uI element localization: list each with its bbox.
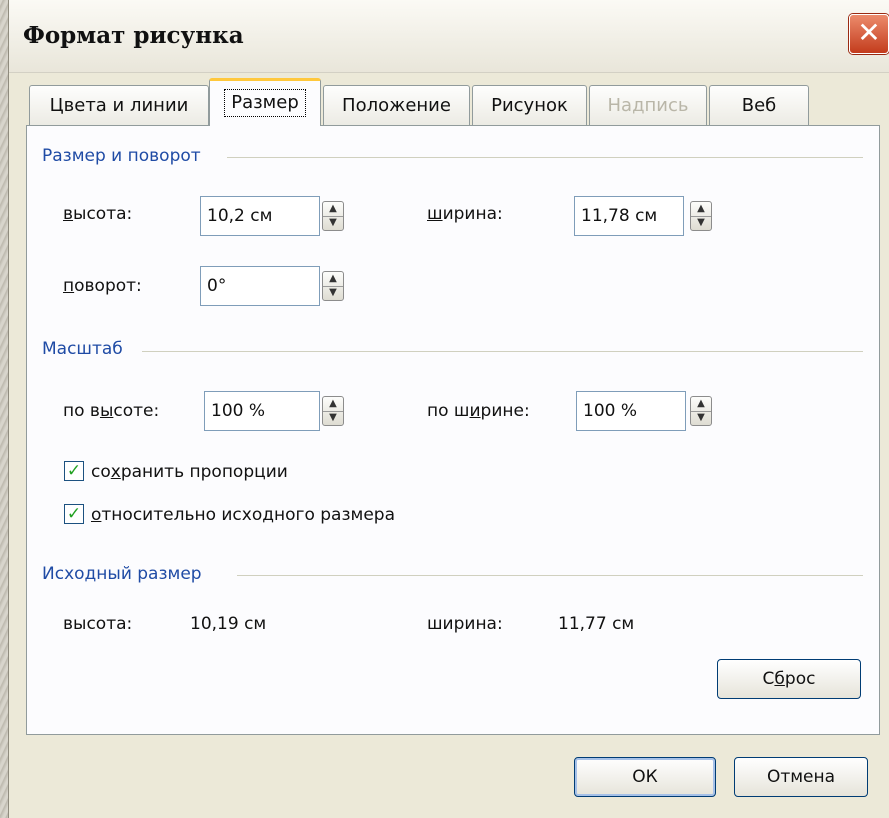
tab-label: Веб bbox=[741, 95, 777, 116]
section-divider bbox=[227, 157, 863, 158]
scale-height-label: по высоте: bbox=[63, 401, 160, 421]
original-height-value: 10,19 см bbox=[190, 614, 267, 634]
spin-up-icon[interactable]: ▲ bbox=[323, 397, 343, 412]
rotation-spinner[interactable]: ▲ ▼ bbox=[322, 271, 344, 301]
section-divider bbox=[237, 575, 863, 576]
tab-label: Надпись bbox=[607, 95, 689, 116]
size-tab-panel: Размер и поворот высота: 10,2 см ▲ ▼ шир… bbox=[26, 125, 880, 735]
tab-size[interactable]: Размер bbox=[209, 78, 321, 126]
tab-picture[interactable]: Рисунок bbox=[472, 85, 587, 125]
tab-text-box: Надпись bbox=[589, 85, 707, 125]
format-picture-dialog: Формат рисунка ✕ Цвета и линии Размер По… bbox=[8, 0, 889, 818]
height-label: высота: bbox=[63, 204, 133, 224]
spin-up-icon[interactable]: ▲ bbox=[323, 272, 343, 287]
spin-down-icon[interactable]: ▼ bbox=[691, 411, 711, 425]
tab-label: Цвета и линии bbox=[49, 95, 189, 116]
checkmark-icon: ✓ bbox=[66, 461, 82, 481]
relative-original-checkbox[interactable]: ✓ bbox=[64, 504, 84, 524]
original-width-label: ширина: bbox=[427, 614, 503, 634]
scale-width-label: по ширине: bbox=[427, 401, 530, 421]
height-spinner[interactable]: ▲ ▼ bbox=[322, 201, 344, 231]
rotation-label: поворот: bbox=[63, 276, 142, 296]
original-width-value: 11,77 см bbox=[558, 614, 635, 634]
tab-position[interactable]: Положение bbox=[323, 85, 470, 125]
title-bar: Формат рисунка ✕ bbox=[9, 0, 889, 73]
tab-label: Положение bbox=[342, 95, 451, 116]
section-divider bbox=[142, 351, 863, 352]
relative-original-label[interactable]: относительно исходного размера bbox=[91, 505, 395, 525]
tab-colors-lines[interactable]: Цвета и линии bbox=[29, 85, 209, 125]
tab-label: Рисунок bbox=[491, 95, 568, 116]
checkmark-icon: ✓ bbox=[66, 504, 82, 524]
ok-button[interactable]: ОК bbox=[574, 757, 716, 797]
rotation-input[interactable]: 0° bbox=[200, 266, 320, 306]
reset-button[interactable]: Сброс bbox=[717, 659, 861, 699]
tab-label: Размер bbox=[224, 89, 306, 117]
close-icon: ✕ bbox=[857, 16, 881, 49]
spin-down-icon[interactable]: ▼ bbox=[323, 286, 343, 300]
spin-up-icon[interactable]: ▲ bbox=[691, 397, 711, 412]
scale-height-input[interactable]: 100 % bbox=[204, 391, 320, 431]
keep-ratio-checkbox[interactable]: ✓ bbox=[64, 461, 84, 481]
scale-height-spinner[interactable]: ▲ ▼ bbox=[322, 396, 344, 426]
dialog-title: Формат рисунка bbox=[23, 22, 244, 49]
width-label: ширина: bbox=[427, 204, 503, 224]
scale-width-input[interactable]: 100 % bbox=[576, 391, 686, 431]
spin-down-icon[interactable]: ▼ bbox=[323, 411, 343, 425]
spin-up-icon[interactable]: ▲ bbox=[323, 202, 343, 217]
scale-width-spinner[interactable]: ▲ ▼ bbox=[690, 396, 712, 426]
tab-web[interactable]: Веб bbox=[709, 85, 809, 125]
cancel-button[interactable]: Отмена bbox=[734, 757, 868, 797]
spin-down-icon[interactable]: ▼ bbox=[323, 216, 343, 230]
keep-ratio-label[interactable]: сохранить пропорции bbox=[91, 462, 288, 482]
spin-up-icon[interactable]: ▲ bbox=[691, 202, 711, 217]
width-spinner[interactable]: ▲ ▼ bbox=[690, 201, 712, 231]
section-title-scale: Масштаб bbox=[42, 339, 133, 359]
width-input[interactable]: 11,78 см bbox=[574, 196, 684, 236]
spin-down-icon[interactable]: ▼ bbox=[691, 216, 711, 230]
section-title-original-size: Исходный размер bbox=[42, 564, 212, 584]
original-height-label: высота: bbox=[63, 614, 133, 634]
close-button[interactable]: ✕ bbox=[849, 14, 889, 54]
section-title-size-rotation: Размер и поворот bbox=[42, 146, 211, 166]
height-input[interactable]: 10,2 см bbox=[200, 196, 320, 236]
